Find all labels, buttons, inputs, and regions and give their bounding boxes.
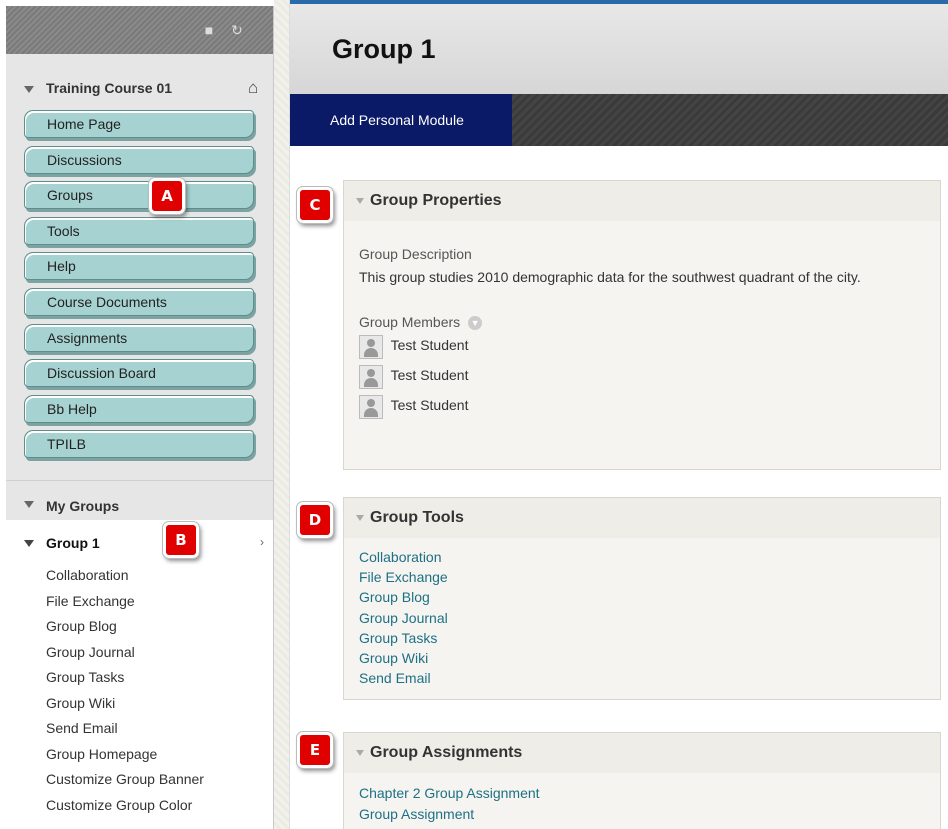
group-link-file-exchange[interactable]: File Exchange <box>46 592 204 618</box>
menu-item-assignments[interactable]: Assignments <box>24 323 254 352</box>
group-properties-module: Group Properties Group Description This … <box>343 180 941 470</box>
module-title: Group Properties <box>370 192 502 209</box>
callout-a: A <box>148 177 186 215</box>
page-title: Group 1 <box>332 34 436 64</box>
group-link-send-email[interactable]: Send Email <box>46 719 204 745</box>
module-body: Chapter 2 Group Assignment Group Assignm… <box>344 773 940 829</box>
collapse-triangle-icon[interactable] <box>24 501 34 508</box>
collapse-triangle-icon[interactable] <box>356 750 364 756</box>
collapse-triangle-icon[interactable] <box>356 515 364 521</box>
group-assignments-module: Group Assignments Chapter 2 Group Assign… <box>343 732 941 829</box>
assignment-link[interactable]: Chapter 2 Group Assignment <box>359 783 924 804</box>
my-groups-title[interactable]: My Groups <box>46 498 119 514</box>
course-title[interactable]: Training Course 01 <box>46 80 172 96</box>
main-content: Group 1 Add Personal Module Group Proper… <box>290 0 948 829</box>
collapse-triangle-icon[interactable] <box>24 540 34 547</box>
add-personal-module-button[interactable]: Add Personal Module <box>290 94 512 146</box>
group-tools-module: Group Tools Collaboration File Exchange … <box>343 497 941 700</box>
menu-item-groups[interactable]: Groups <box>24 181 254 210</box>
course-menu: Home Page Discussions Groups Tools Help … <box>24 110 254 466</box>
tool-link-group-tasks[interactable]: Group Tasks <box>359 628 924 648</box>
course-header[interactable]: Training Course 01 ⌂ <box>6 76 273 108</box>
callout-c: C <box>296 186 334 224</box>
home-icon[interactable]: ⌂ <box>248 78 258 98</box>
menu-item-bb-help[interactable]: Bb Help <box>24 394 254 423</box>
module-body: Collaboration File Exchange Group Blog G… <box>344 538 940 699</box>
group-link-group-homepage[interactable]: Group Homepage <box>46 745 204 771</box>
group-name[interactable]: Group 1 <box>46 535 100 551</box>
avatar-icon <box>359 364 383 389</box>
callout-d: D <box>296 501 334 539</box>
action-bar: Add Personal Module <box>290 94 948 146</box>
tool-link-file-exchange[interactable]: File Exchange <box>359 567 924 587</box>
module-header[interactable]: Group Tools <box>344 498 940 538</box>
group-row[interactable]: Group 1 › <box>6 532 273 556</box>
member-row: Test Student <box>359 362 924 390</box>
my-groups-panel: My Groups Group 1 › Collaboration File E… <box>6 480 273 829</box>
description-label: Group Description <box>359 246 472 262</box>
group-link-group-tasks[interactable]: Group Tasks <box>46 668 204 694</box>
tool-link-group-blog[interactable]: Group Blog <box>359 587 924 607</box>
tool-link-group-journal[interactable]: Group Journal <box>359 608 924 628</box>
menu-item-tools[interactable]: Tools <box>24 216 254 245</box>
member-name: Test Student <box>390 397 469 414</box>
menu-item-tpilb[interactable]: TPILB <box>24 430 254 459</box>
member-row: Test Student <box>359 332 924 360</box>
menu-item-course-documents[interactable]: Course Documents <box>24 287 254 316</box>
members-label-row: Group Members ▼ <box>359 314 924 331</box>
chevron-down-icon[interactable]: ▼ <box>468 316 483 331</box>
group-link-customize-color[interactable]: Customize Group Color <box>46 796 204 822</box>
module-title: Group Tools <box>370 509 464 526</box>
menu-item-discussion-board[interactable]: Discussion Board <box>24 359 254 388</box>
collapse-triangle-icon[interactable] <box>24 86 34 93</box>
folder-icon[interactable]: ■ <box>200 22 218 38</box>
chevron-right-icon[interactable]: › <box>260 535 264 549</box>
description-text: This group studies 2010 demographic data… <box>359 269 861 285</box>
module-title: Group Assignments <box>370 744 523 761</box>
refresh-icon[interactable]: ↻ <box>228 22 246 38</box>
menu-item-discussions[interactable]: Discussions <box>24 145 254 174</box>
callout-e: E <box>296 731 334 769</box>
page-header: Group 1 <box>290 0 948 94</box>
module-header[interactable]: Group Assignments <box>344 733 940 773</box>
sidebar-divider[interactable] <box>274 0 290 829</box>
group-link-customize-banner[interactable]: Customize Group Banner <box>46 770 204 796</box>
module-body: Group Description This group studies 201… <box>344 221 940 469</box>
member-name: Test Student <box>390 367 469 384</box>
group-link-collaboration[interactable]: Collaboration <box>46 566 204 592</box>
menu-item-home-page[interactable]: Home Page <box>24 110 254 138</box>
assignment-link[interactable]: Group Assignment <box>359 804 924 825</box>
avatar-icon <box>359 334 383 359</box>
module-header[interactable]: Group Properties <box>344 181 940 221</box>
menu-item-help[interactable]: Help <box>24 252 254 281</box>
tool-link-group-wiki[interactable]: Group Wiki <box>359 648 924 668</box>
group-link-group-blog[interactable]: Group Blog <box>46 617 204 643</box>
callout-b: B <box>162 521 200 559</box>
group-link-group-journal[interactable]: Group Journal <box>46 643 204 669</box>
tool-link-collaboration[interactable]: Collaboration <box>359 547 924 567</box>
avatar-icon <box>359 394 383 419</box>
sidebar-toolbar: ■ ↻ <box>6 6 273 54</box>
course-sidebar: ■ ↻ Training Course 01 ⌂ Home Page Discu… <box>6 6 274 829</box>
members-label: Group Members <box>359 314 461 330</box>
tool-link-send-email[interactable]: Send Email <box>359 668 924 688</box>
member-row: Test Student <box>359 392 924 420</box>
group-links: Collaboration File Exchange Group Blog G… <box>46 566 204 821</box>
member-name: Test Student <box>390 337 469 354</box>
collapse-triangle-icon[interactable] <box>356 198 364 204</box>
my-groups-header[interactable]: My Groups <box>6 480 273 520</box>
group-link-group-wiki[interactable]: Group Wiki <box>46 694 204 720</box>
